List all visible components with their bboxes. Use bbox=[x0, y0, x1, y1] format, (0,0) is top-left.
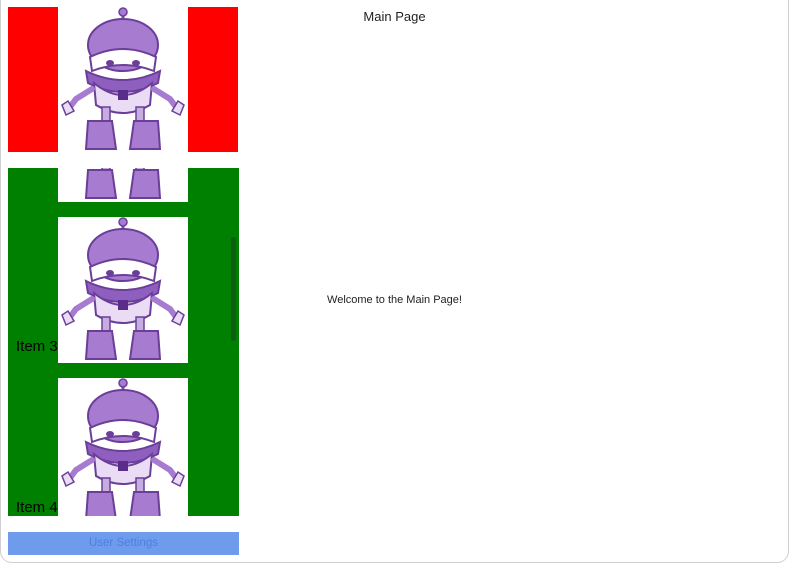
dotnet-bot-icon bbox=[58, 217, 188, 363]
flyout-header bbox=[8, 7, 238, 152]
flyout-item-4[interactable]: Item 4 bbox=[8, 378, 239, 516]
dotnet-bot-icon bbox=[58, 378, 188, 516]
flyout-item-image bbox=[58, 217, 188, 363]
flyout-item-label: Item 3 bbox=[16, 338, 58, 355]
list-scrollbar[interactable] bbox=[231, 237, 236, 341]
flyout-item-label: Item 4 bbox=[16, 499, 58, 516]
flyout-item-3[interactable]: Item 3 bbox=[8, 217, 239, 378]
dotnet-bot-icon bbox=[58, 168, 188, 202]
page-title: Main Page bbox=[363, 9, 426, 24]
flyout-items-list[interactable]: Item 3 Item 4 bbox=[8, 168, 239, 516]
flyout-item-2[interactable] bbox=[8, 168, 239, 217]
welcome-text: Welcome to the Main Page! bbox=[327, 294, 462, 306]
flyout-menu: Item 3 Item 4 User Settings bbox=[8, 0, 239, 563]
flyout-item-image bbox=[58, 378, 188, 516]
dotnet-bot-icon bbox=[58, 7, 188, 152]
header-image bbox=[58, 7, 188, 152]
user-settings-button[interactable]: User Settings bbox=[8, 532, 239, 555]
app-window: Item 3 Item 4 User Settings Main Page We… bbox=[0, 0, 789, 563]
flyout-item-image bbox=[58, 168, 188, 202]
